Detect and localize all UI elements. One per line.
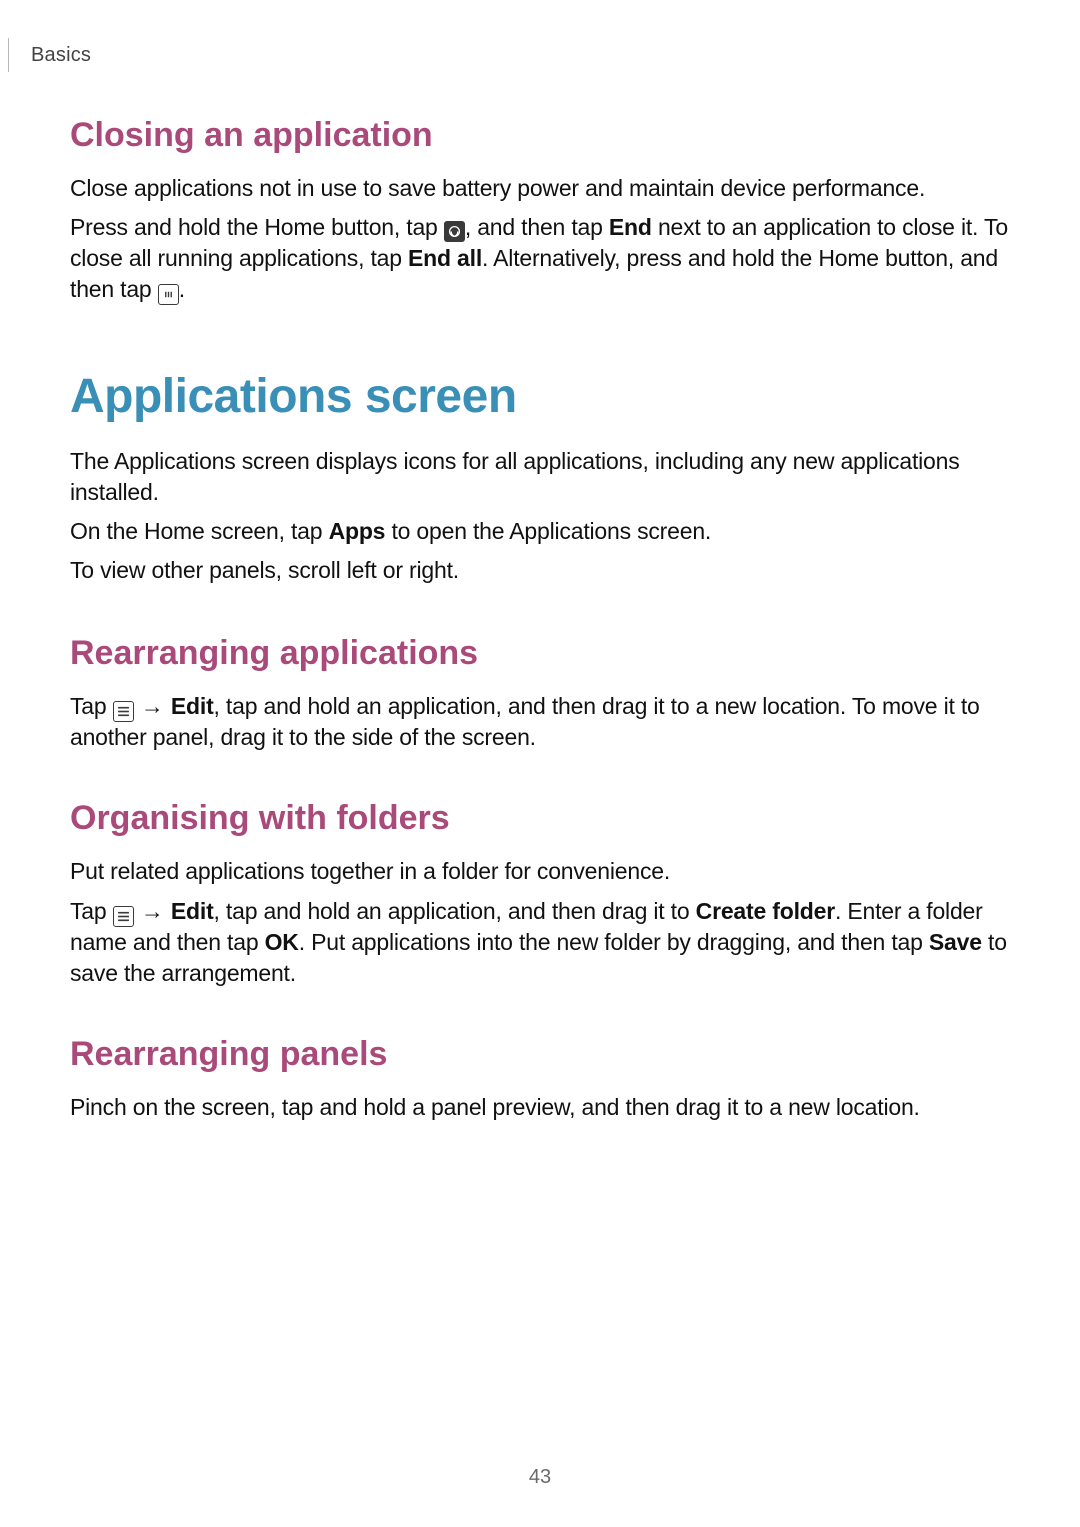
close-all-icon: [158, 284, 179, 305]
task-manager-icon: [444, 221, 465, 242]
text-fragment: On the Home screen, tap: [70, 518, 329, 544]
text-fragment: Tap: [70, 693, 113, 719]
menu-icon: [113, 701, 134, 722]
closing-app-intro: Close applications not in use to save ba…: [70, 173, 1010, 204]
bold-ok: OK: [265, 929, 299, 955]
running-header: Basics: [8, 38, 1010, 72]
text-fragment: . Put applications into the new folder b…: [299, 929, 929, 955]
bold-end-all: End all: [408, 245, 482, 271]
text-fragment: , tap and hold an application, and then …: [214, 898, 696, 924]
organising-folders-steps: Tap → Edit, tap and hold an application,…: [70, 896, 1010, 989]
heading-rearranging-applications: Rearranging applications: [70, 634, 1010, 673]
menu-icon: [113, 906, 134, 927]
apps-screen-scroll: To view other panels, scroll left or rig…: [70, 555, 1010, 586]
text-fragment: .: [179, 276, 185, 302]
header-divider: [8, 38, 9, 72]
organising-folders-intro: Put related applications together in a f…: [70, 856, 1010, 887]
arrow-icon: →: [140, 898, 165, 924]
page-content: Basics Closing an application Close appl…: [0, 0, 1080, 1123]
rearranging-apps-steps: Tap → Edit, tap and hold an application,…: [70, 691, 1010, 753]
apps-screen-intro: The Applications screen displays icons f…: [70, 446, 1010, 508]
arrow-icon: →: [140, 693, 165, 719]
text-fragment: Tap: [70, 898, 113, 924]
heading-organising-folders: Organising with folders: [70, 799, 1010, 838]
bold-create-folder: Create folder: [696, 898, 835, 924]
bold-edit: Edit: [171, 693, 214, 719]
page-number: 43: [0, 1466, 1080, 1489]
section-breadcrumb: Basics: [31, 44, 91, 67]
bold-edit: Edit: [171, 898, 214, 924]
text-fragment: to open the Applications screen.: [385, 518, 711, 544]
rearranging-panels-steps: Pinch on the screen, tap and hold a pane…: [70, 1092, 1010, 1123]
heading-applications-screen: Applications screen: [70, 369, 1010, 424]
section-rearranging-applications: Rearranging applications Tap → Edit, tap…: [70, 634, 1010, 753]
closing-app-steps: Press and hold the Home button, tap , an…: [70, 212, 1010, 305]
bold-end: End: [609, 214, 652, 240]
text-fragment: Press and hold the Home button, tap: [70, 214, 444, 240]
section-rearranging-panels: Rearranging panels Pinch on the screen, …: [70, 1035, 1010, 1123]
apps-screen-open: On the Home screen, tap Apps to open the…: [70, 516, 1010, 547]
section-closing-application: Closing an application Close application…: [70, 116, 1010, 305]
bold-apps: Apps: [329, 518, 386, 544]
section-organising-folders: Organising with folders Put related appl…: [70, 799, 1010, 988]
text-fragment: , and then tap: [465, 214, 609, 240]
heading-rearranging-panels: Rearranging panels: [70, 1035, 1010, 1074]
bold-save: Save: [929, 929, 982, 955]
heading-closing-application: Closing an application: [70, 116, 1010, 155]
